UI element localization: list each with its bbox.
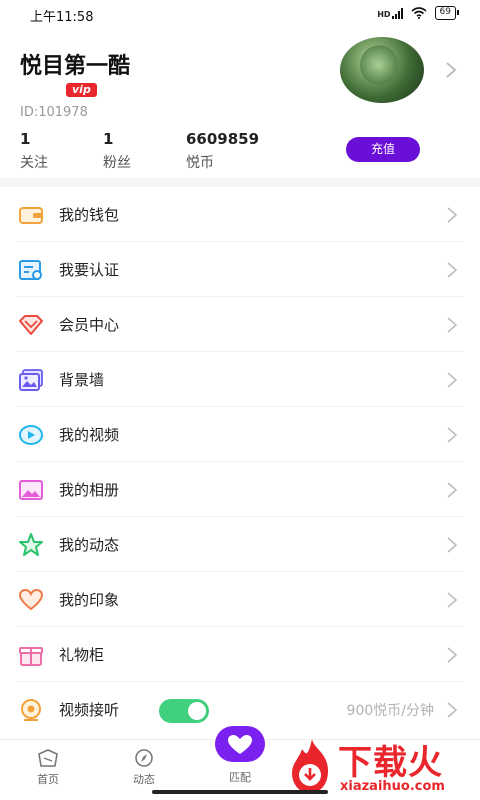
chevron-right-icon (447, 207, 458, 223)
flame-logo-icon (292, 739, 328, 793)
menu-label: 视频接听 (59, 701, 120, 719)
menu-label: 我的印象 (59, 591, 120, 609)
chevron-right-icon (447, 537, 458, 553)
picture-wall-icon (19, 369, 43, 391)
match-button[interactable] (215, 726, 265, 762)
video-answer-price: 900悦币/分钟 (346, 703, 434, 719)
menu-label: 我的钱包 (59, 206, 120, 224)
wifi-icon (411, 7, 427, 19)
menu-label: 会员中心 (59, 316, 120, 334)
following-count: 1 (20, 130, 31, 148)
stat-following[interactable]: 1 关注 (20, 130, 48, 172)
tab-label: 动态 (133, 773, 155, 786)
star-icon (19, 533, 43, 556)
tab-home[interactable]: 首页 (18, 748, 78, 787)
menu-item-wallet[interactable]: 我的钱包 (0, 187, 480, 242)
toggle-knob (188, 702, 206, 720)
play-video-icon (19, 425, 43, 445)
menu-item-certification[interactable]: 我要认证 (0, 242, 480, 297)
video-answer-toggle[interactable] (159, 699, 209, 723)
menu-item-my-album[interactable]: 我的相册 (0, 462, 480, 517)
status-icons: HD 69 (377, 6, 460, 20)
followers-label: 粉丝 (103, 155, 131, 171)
watermark-url: xiazaihuo.com (340, 779, 445, 794)
recharge-button[interactable]: 充值 (346, 137, 420, 162)
tab-label: 首页 (37, 773, 59, 786)
vip-badge: vip (66, 83, 97, 97)
heart-icon (18, 588, 44, 611)
stat-followers[interactable]: 1 粉丝 (103, 130, 131, 172)
match-hearts-icon (228, 735, 252, 754)
status-time: 上午11:58 (30, 10, 94, 25)
followers-count: 1 (103, 130, 114, 148)
home-icon (38, 749, 58, 767)
menu-item-my-videos[interactable]: 我的视频 (0, 407, 480, 462)
menu-label: 我的视频 (59, 426, 120, 444)
network-type-label: HD (377, 9, 391, 19)
chevron-right-icon (447, 482, 458, 498)
chevron-right-icon (447, 427, 458, 443)
menu-list: 我的钱包 我要认证 会员中心 背景墙 我的视频 我的相册 我的动态 我的印象 礼… (0, 187, 480, 737)
diamond-icon (19, 315, 43, 335)
profile-header[interactable]: 悦目第一酷 vip ID:101978 1 关注 1 粉丝 6609859 悦币… (0, 28, 480, 178)
gift-icon (19, 647, 43, 666)
following-label: 关注 (20, 155, 48, 171)
chevron-right-icon (447, 702, 458, 718)
menu-label: 礼物柜 (59, 646, 105, 664)
menu-item-my-moments[interactable]: 我的动态 (0, 517, 480, 572)
home-indicator[interactable] (152, 790, 328, 794)
coins-count: 6609859 (186, 130, 260, 148)
tab-label-match: 匹配 (229, 771, 251, 784)
video-call-icon (21, 699, 41, 721)
tab-moments[interactable]: 动态 (114, 748, 174, 787)
section-divider (0, 178, 480, 187)
certification-icon (19, 260, 42, 280)
user-id: ID:101978 (20, 105, 88, 120)
signal-icon (391, 7, 403, 19)
compass-icon (135, 749, 153, 767)
chevron-right-icon (447, 647, 458, 663)
menu-label: 我要认证 (59, 261, 120, 279)
menu-item-my-impressions[interactable]: 我的印象 (0, 572, 480, 627)
nickname: 悦目第一酷 (20, 54, 131, 79)
menu-item-membership[interactable]: 会员中心 (0, 297, 480, 352)
coins-label: 悦币 (186, 155, 214, 171)
chevron-right-icon (447, 317, 458, 333)
menu-label: 我的动态 (59, 536, 120, 554)
watermark-text: 下载火 (338, 743, 443, 783)
menu-item-gift-cabinet[interactable]: 礼物柜 (0, 627, 480, 682)
chevron-right-icon (447, 592, 458, 608)
chevron-right-icon[interactable] (444, 60, 458, 80)
chevron-right-icon (447, 372, 458, 388)
menu-item-background-wall[interactable]: 背景墙 (0, 352, 480, 407)
chevron-right-icon (447, 262, 458, 278)
battery-icon: 69 (434, 6, 460, 20)
wallet-icon (19, 207, 43, 224)
avatar[interactable] (340, 37, 424, 103)
profile-page: 上午11:58 HD 69 悦目第一酷 vip ID:101978 1 关注 1… (0, 0, 480, 800)
menu-label: 我的相册 (59, 481, 120, 499)
album-icon (19, 480, 43, 500)
menu-label: 背景墙 (59, 371, 105, 389)
stat-coins[interactable]: 6609859 悦币 (186, 130, 259, 172)
status-bar: 上午11:58 HD 69 (0, 0, 480, 28)
